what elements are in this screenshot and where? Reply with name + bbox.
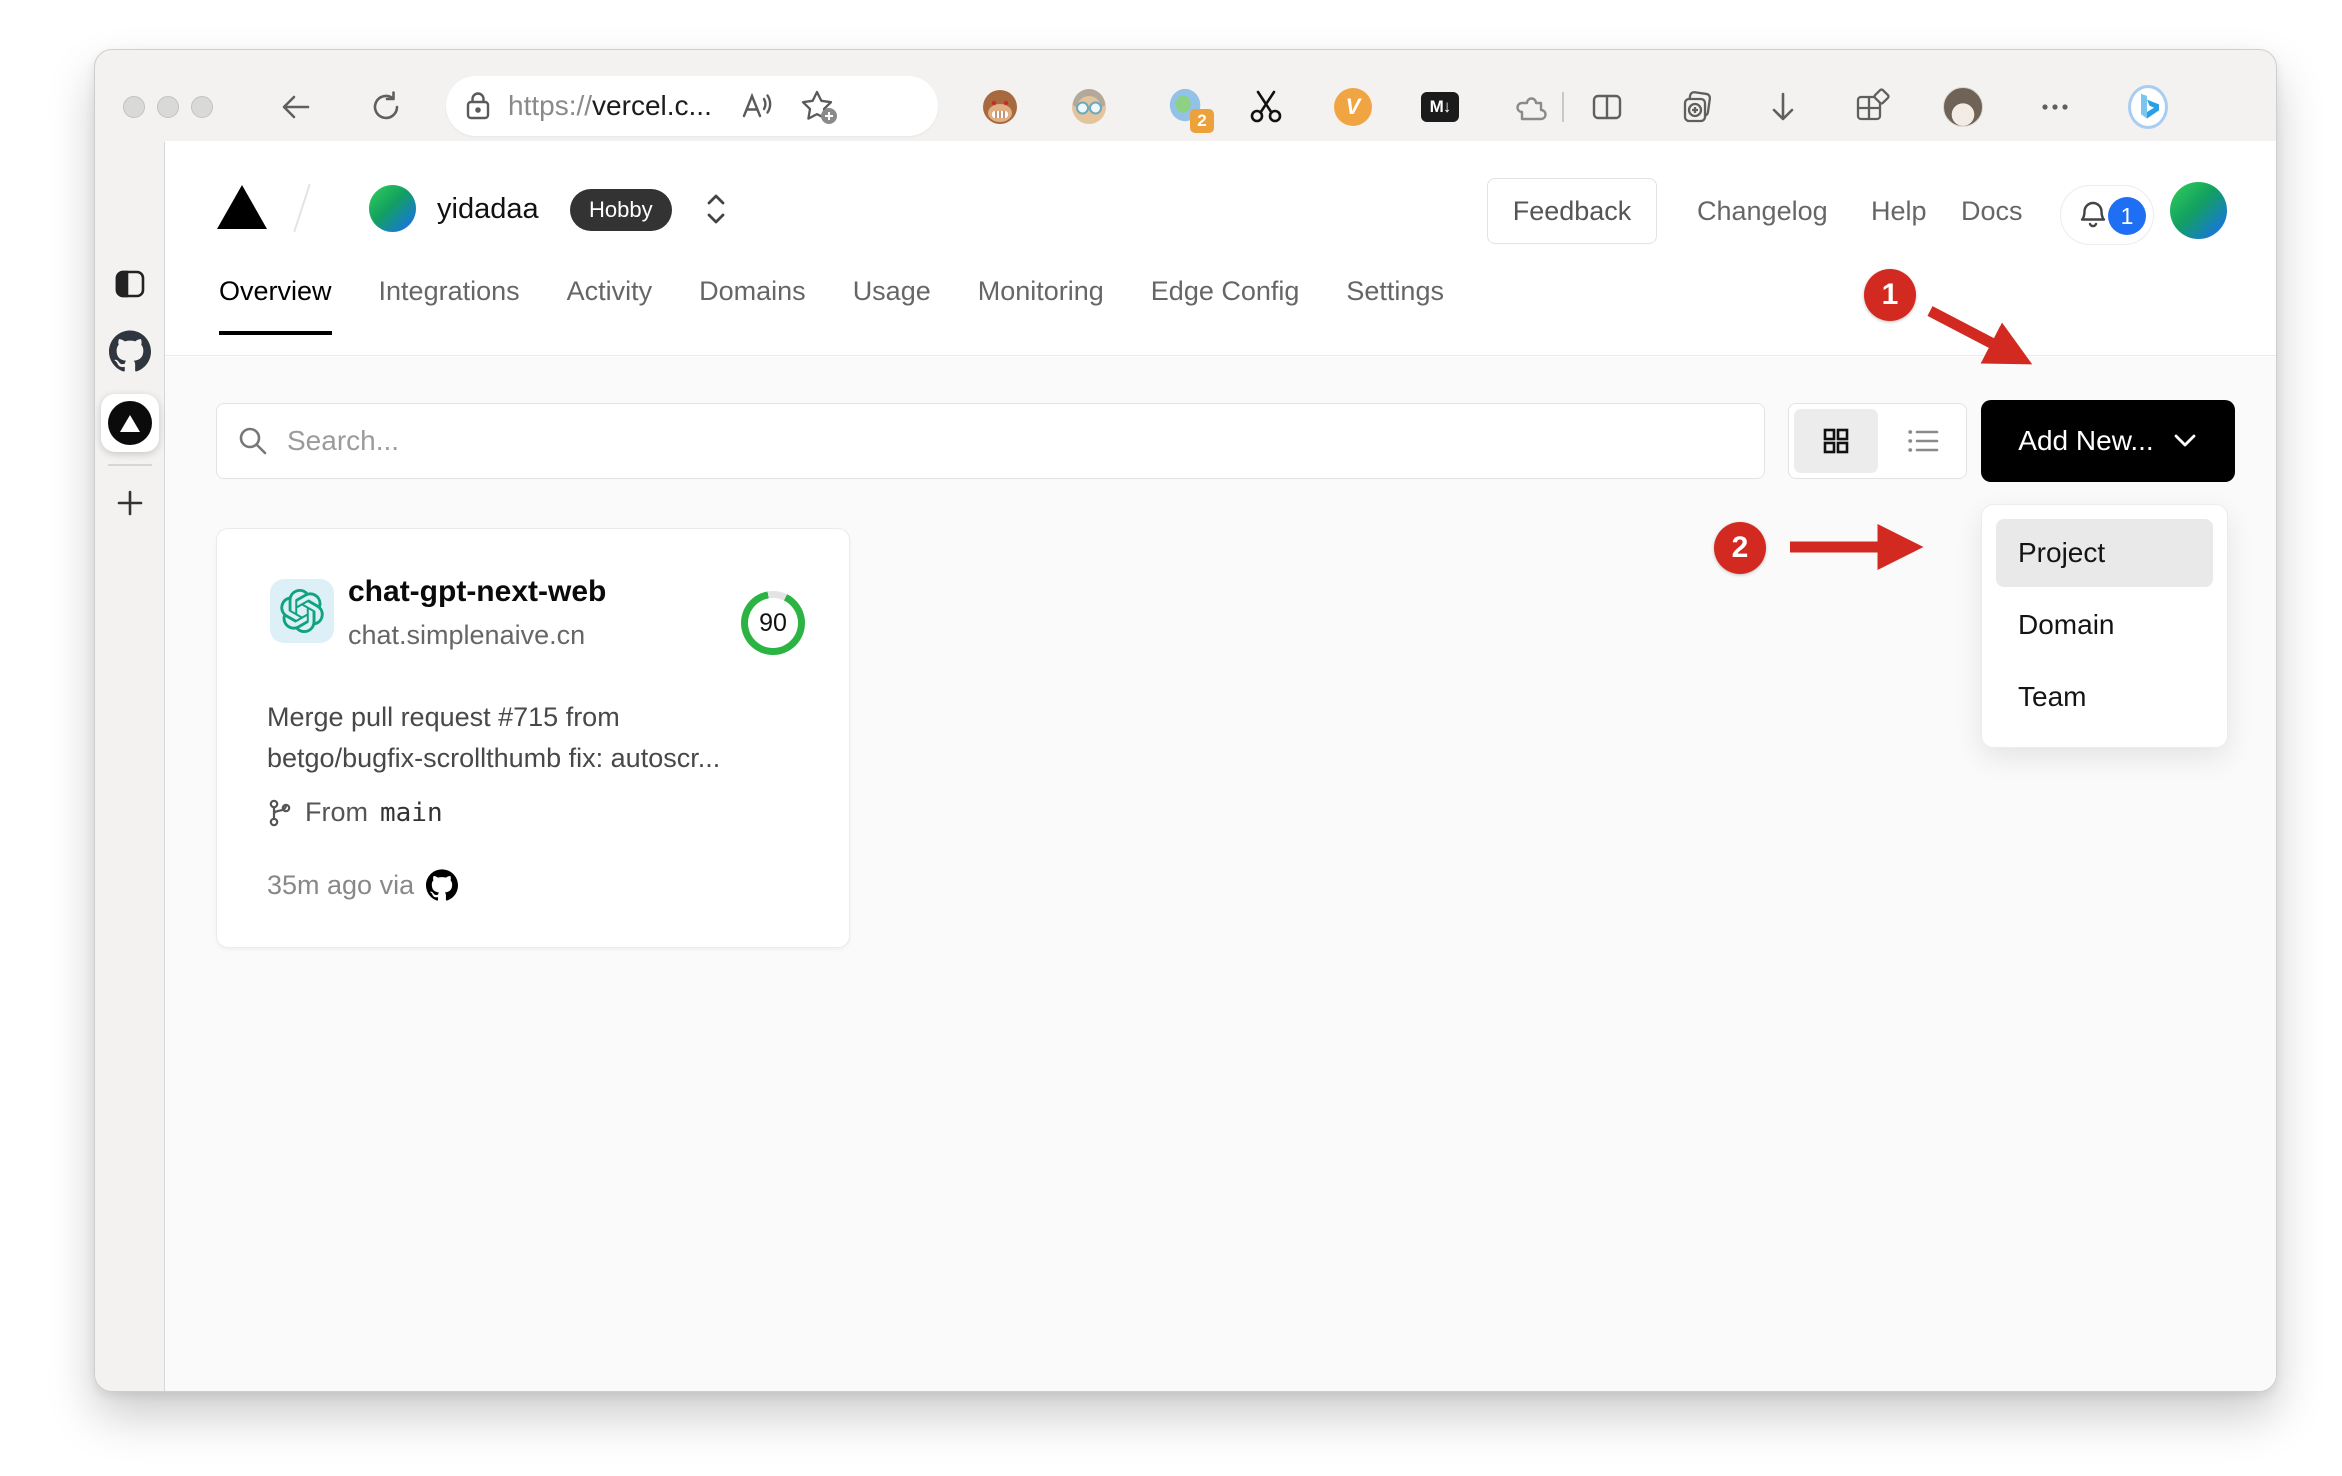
list-view-button[interactable] (1883, 404, 1967, 478)
annotation-step-2: 2 (1714, 522, 1766, 574)
window-minimize-button[interactable] (157, 96, 179, 118)
feedback-button[interactable]: Feedback (1487, 178, 1657, 244)
vercel-favicon[interactable] (101, 394, 159, 452)
v-extension-label: V (1345, 94, 1361, 119)
markdown-label: M↓ (1429, 97, 1452, 116)
nav-tabs: Overview Integrations Activity Domains U… (219, 276, 1444, 335)
view-toggle (1788, 403, 1967, 479)
openai-project-icon (270, 579, 334, 643)
person-icon[interactable] (1069, 87, 1109, 127)
bing-icon[interactable] (2128, 85, 2168, 129)
screenshot-root: https://vercel.c... 2 V M↓ yidadaa Hobby… (0, 0, 2342, 1476)
v-extension-icon[interactable]: V (1333, 87, 1373, 127)
extensions-puzzle-icon[interactable] (1510, 87, 1550, 127)
changelog-link[interactable]: Changelog (1697, 196, 1828, 227)
window-zoom-button[interactable] (191, 96, 213, 118)
plan-badge: Hobby (570, 189, 672, 231)
branch-name: main (380, 797, 443, 828)
toolbar-divider (1562, 92, 1564, 122)
split-screen-icon[interactable] (1587, 87, 1627, 127)
url-host: vercel.c... (592, 90, 712, 121)
address-bar[interactable]: https://vercel.c... (446, 76, 938, 136)
window-close-button[interactable] (123, 96, 145, 118)
tampermonkey-icon[interactable] (980, 87, 1020, 127)
commit-line-1: Merge pull request #715 from (267, 702, 620, 732)
markdown-icon[interactable]: M↓ (1420, 87, 1460, 127)
team-name[interactable]: yidadaa (437, 193, 539, 226)
add-new-dropdown: Project Domain Team (1981, 504, 2228, 748)
score-value: 90 (759, 608, 787, 637)
tab-overview[interactable]: Overview (219, 276, 332, 335)
team-switcher-icon[interactable] (703, 189, 729, 234)
sidebar-divider (108, 464, 152, 466)
github-favicon[interactable] (95, 330, 165, 372)
user-avatar[interactable] (2170, 182, 2227, 239)
favorite-add-icon[interactable] (800, 89, 837, 124)
add-new-label: Add New... (2018, 425, 2154, 456)
url-scheme: https:// (508, 90, 593, 121)
vercel-body: Add New... Project Domain Team chat-gpt-… (165, 357, 2276, 1391)
team-avatar[interactable] (369, 185, 416, 232)
project-name[interactable]: chat-gpt-next-web (348, 575, 606, 609)
tab-monitoring[interactable]: Monitoring (978, 276, 1104, 335)
read-aloud-icon[interactable] (740, 90, 774, 122)
session-icon[interactable]: 2 (1166, 87, 1214, 133)
project-card[interactable]: chat-gpt-next-web chat.simplenaive.cn 90… (216, 528, 850, 948)
docs-link[interactable]: Docs (1961, 196, 2023, 227)
add-new-button[interactable]: Add New... (1981, 400, 2235, 482)
tab-domains[interactable]: Domains (699, 276, 806, 335)
dropdown-item-domain[interactable]: Domain (1996, 591, 2213, 659)
commit-line-2: betgo/bugfix-scrollthumb fix: autoscr... (267, 743, 721, 773)
browser-sidebar (95, 142, 165, 1391)
refresh-icon[interactable] (367, 88, 405, 126)
search-icon (237, 425, 269, 457)
breadcrumb-slash (293, 183, 311, 233)
search-box (216, 403, 1765, 479)
vercel-header: yidadaa Hobby Feedback Changelog Help Do… (165, 141, 2276, 356)
tab-edge-config[interactable]: Edge Config (1151, 276, 1300, 335)
annotation-step-1: 1 (1864, 269, 1916, 321)
bell-icon (2077, 199, 2109, 238)
scissors-icon[interactable] (1246, 87, 1286, 127)
collections-icon[interactable] (1677, 87, 1717, 127)
profile-avatar[interactable] (1943, 87, 1983, 127)
download-icon[interactable] (1763, 87, 1803, 127)
panel-toggle-icon[interactable] (95, 266, 165, 302)
deployment-meta: 35m ago via (267, 869, 459, 901)
vercel-logo[interactable] (217, 185, 267, 229)
help-link[interactable]: Help (1871, 196, 1927, 227)
tab-usage[interactable]: Usage (853, 276, 931, 335)
back-icon[interactable] (277, 88, 315, 126)
tab-settings[interactable]: Settings (1346, 276, 1444, 335)
deployed-time: 35m ago via (267, 869, 415, 900)
from-label: From (305, 797, 368, 827)
new-tab-plus-icon[interactable] (95, 486, 165, 520)
dropdown-item-project[interactable]: Project (1996, 519, 2213, 587)
more-icon[interactable] (2035, 87, 2075, 127)
search-input[interactable] (287, 425, 1744, 457)
extension-badge: 2 (1190, 109, 1214, 133)
tab-activity[interactable]: Activity (567, 276, 653, 335)
chevron-down-icon (2174, 434, 2196, 447)
feedback-label: Feedback (1512, 195, 1632, 226)
browser-window: https://vercel.c... 2 V M↓ yidadaa Hobby… (94, 49, 2277, 1392)
notification-count-badge: 1 (2108, 197, 2146, 235)
git-branch-icon (269, 799, 291, 826)
github-icon (426, 869, 459, 901)
dropdown-item-team[interactable]: Team (1996, 663, 2213, 731)
score-ring: 90 (741, 591, 805, 655)
grid-view-button[interactable] (1794, 409, 1878, 473)
commit-message: Merge pull request #715 from betgo/bugfi… (267, 697, 807, 779)
lock-icon (464, 91, 492, 121)
vercel-page: yidadaa Hobby Feedback Changelog Help Do… (165, 141, 2276, 1391)
browser-toolbar: https://vercel.c... 2 V M↓ (95, 50, 2276, 142)
apps-layout-icon[interactable] (1852, 87, 1892, 127)
project-domain[interactable]: chat.simplenaive.cn (348, 620, 585, 651)
tab-integrations[interactable]: Integrations (379, 276, 520, 335)
branch-row: From main (267, 797, 443, 828)
